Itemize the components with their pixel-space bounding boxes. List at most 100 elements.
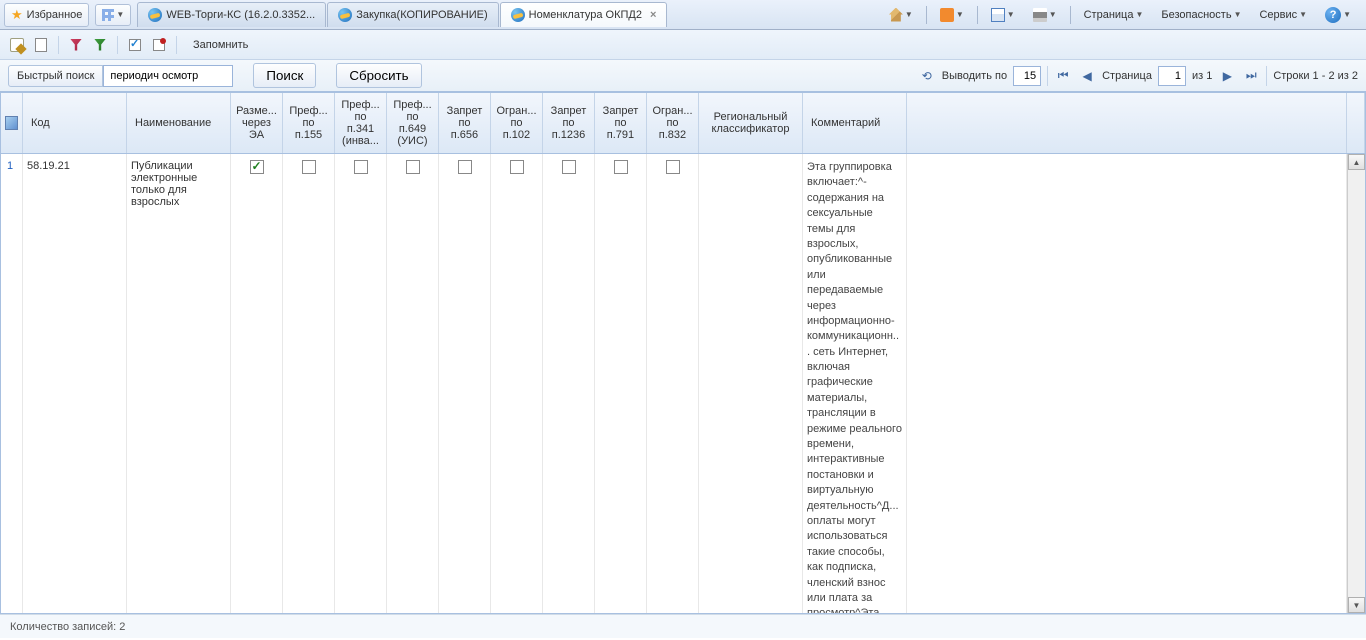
prev-page-button[interactable]: ◀ bbox=[1078, 67, 1096, 85]
rss-icon bbox=[940, 8, 954, 22]
browser-tab-0[interactable]: WEB-Торги-КС (16.2.0.3352... bbox=[137, 2, 326, 27]
scroll-up-button[interactable]: ▲ bbox=[1348, 154, 1365, 170]
cell-name: Публикации электронные только для взросл… bbox=[127, 154, 231, 613]
remember-button[interactable]: Запомнить bbox=[185, 35, 256, 55]
header-p341[interactable]: Преф... по п.341 (инва... bbox=[335, 93, 387, 153]
checkbox[interactable] bbox=[614, 160, 628, 174]
uncheck-all-button[interactable] bbox=[150, 36, 168, 54]
header-spacer bbox=[907, 93, 1347, 153]
mail-icon bbox=[991, 8, 1005, 22]
filter-button[interactable] bbox=[67, 36, 85, 54]
grid-header: Код Наименование Разме... через ЭА Преф.… bbox=[1, 93, 1365, 154]
tab-list-button[interactable]: ▼ bbox=[95, 4, 131, 26]
scroll-track[interactable] bbox=[1348, 170, 1365, 597]
rows-info-label: Строки 1 - 2 из 2 bbox=[1273, 70, 1358, 82]
checkbox-checked[interactable] bbox=[250, 160, 264, 174]
chevron-down-icon: ▼ bbox=[905, 10, 913, 19]
cell-code: 58.19.21 bbox=[23, 154, 127, 613]
grid-icon bbox=[102, 9, 114, 21]
home-icon bbox=[889, 8, 903, 22]
home-button[interactable]: ▼ bbox=[884, 5, 918, 25]
separator bbox=[1047, 66, 1048, 86]
header-name[interactable]: Наименование bbox=[127, 93, 231, 153]
cell-p656 bbox=[439, 154, 491, 613]
scroll-down-button[interactable]: ▼ bbox=[1348, 597, 1365, 613]
help-button[interactable]: ?▼ bbox=[1320, 4, 1356, 26]
reset-button[interactable]: Сбросить bbox=[336, 63, 421, 88]
page-size-input[interactable] bbox=[1013, 66, 1041, 86]
search-button[interactable]: Поиск bbox=[253, 63, 316, 88]
header-comment[interactable]: Комментарий bbox=[803, 93, 907, 153]
cell-p649 bbox=[387, 154, 439, 613]
favorites-label: Избранное bbox=[27, 9, 83, 21]
header-p832[interactable]: Огран... по п.832 bbox=[647, 93, 699, 153]
cell-p1236 bbox=[543, 154, 595, 613]
filter-icon bbox=[70, 39, 82, 51]
checkbox[interactable] bbox=[354, 160, 368, 174]
favorites-button[interactable]: ★ Избранное bbox=[4, 3, 89, 27]
cell-p155 bbox=[283, 154, 335, 613]
rss-button[interactable]: ▼ bbox=[935, 5, 969, 25]
chevron-down-icon: ▼ bbox=[1234, 10, 1242, 19]
pager: ⟲ Выводить по ⏮ ◀ Страница из 1 ▶ ⏭ Стро… bbox=[918, 66, 1358, 86]
cell-p102 bbox=[491, 154, 543, 613]
separator bbox=[117, 36, 118, 54]
menu-security[interactable]: Безопасность ▼ bbox=[1156, 6, 1246, 24]
quick-search-input[interactable] bbox=[103, 65, 233, 87]
checkbox[interactable] bbox=[406, 160, 420, 174]
help-icon: ? bbox=[1325, 7, 1341, 23]
new-button[interactable] bbox=[32, 36, 50, 54]
header-p155[interactable]: Преф... по п.155 bbox=[283, 93, 335, 153]
header-ea[interactable]: Разме... через ЭА bbox=[231, 93, 283, 153]
data-grid: Код Наименование Разме... через ЭА Преф.… bbox=[0, 92, 1366, 614]
checkbox[interactable] bbox=[510, 160, 524, 174]
separator bbox=[1070, 6, 1071, 24]
edit-button[interactable] bbox=[8, 36, 26, 54]
grid-body: 1 58.19.21 Публикации электронные только… bbox=[1, 154, 1365, 613]
tab-close-icon[interactable]: × bbox=[650, 9, 656, 21]
refresh-button[interactable]: ⟲ bbox=[918, 67, 936, 85]
header-regional[interactable]: Региональный классификатор bbox=[699, 93, 803, 153]
browser-tab-1[interactable]: Закупка(КОПИРОВАНИЕ) bbox=[327, 2, 498, 27]
cell-p791 bbox=[595, 154, 647, 613]
last-page-button[interactable]: ⏭ bbox=[1242, 67, 1260, 85]
table-row[interactable]: 1 58.19.21 Публикации электронные только… bbox=[1, 154, 1347, 613]
next-page-button[interactable]: ▶ bbox=[1218, 67, 1236, 85]
chevron-down-icon: ▼ bbox=[1135, 10, 1143, 19]
header-code[interactable]: Код bbox=[23, 93, 127, 153]
separator bbox=[977, 6, 978, 24]
check-all-button[interactable] bbox=[126, 36, 144, 54]
mail-button[interactable]: ▼ bbox=[986, 5, 1020, 25]
separator bbox=[926, 6, 927, 24]
header-p102[interactable]: Огран... по п.102 bbox=[491, 93, 543, 153]
print-button[interactable]: ▼ bbox=[1028, 5, 1062, 25]
show-by-label: Выводить по bbox=[942, 70, 1007, 82]
checkbox[interactable] bbox=[666, 160, 680, 174]
separator bbox=[176, 36, 177, 54]
tabs-area: WEB-Торги-КС (16.2.0.3352... Закупка(КОП… bbox=[137, 2, 878, 27]
first-page-button[interactable]: ⏮ bbox=[1054, 67, 1072, 85]
menu-label: Безопасность bbox=[1161, 9, 1231, 21]
document-icon bbox=[35, 38, 47, 52]
menu-page[interactable]: Страница ▼ bbox=[1079, 6, 1149, 24]
header-select[interactable] bbox=[1, 93, 23, 153]
cell-p832 bbox=[647, 154, 699, 613]
browser-tab-bar: ★ Избранное ▼ WEB-Торги-КС (16.2.0.3352.… bbox=[0, 0, 1366, 30]
tab-label: Закупка(КОПИРОВАНИЕ) bbox=[356, 9, 487, 21]
menu-service[interactable]: Сервис ▼ bbox=[1254, 6, 1312, 24]
checkbox[interactable] bbox=[458, 160, 472, 174]
vertical-scrollbar[interactable]: ▲ ▼ bbox=[1347, 154, 1365, 613]
header-p656[interactable]: Запрет по п.656 bbox=[439, 93, 491, 153]
separator bbox=[58, 36, 59, 54]
header-p1236[interactable]: Запрет по п.1236 bbox=[543, 93, 595, 153]
ie-icon bbox=[511, 8, 525, 22]
header-p649[interactable]: Преф... по п.649 (УИС) bbox=[387, 93, 439, 153]
filter-clear-button[interactable] bbox=[91, 36, 109, 54]
page-number-input[interactable] bbox=[1158, 66, 1186, 86]
browser-tab-2[interactable]: Номенклатура ОКПД2 × bbox=[500, 2, 668, 27]
header-p791[interactable]: Запрет по п.791 bbox=[595, 93, 647, 153]
status-bar: Количество записей: 2 bbox=[0, 614, 1366, 638]
checkbox[interactable] bbox=[302, 160, 316, 174]
chevron-down-icon: ▼ bbox=[1049, 10, 1057, 19]
checkbox[interactable] bbox=[562, 160, 576, 174]
